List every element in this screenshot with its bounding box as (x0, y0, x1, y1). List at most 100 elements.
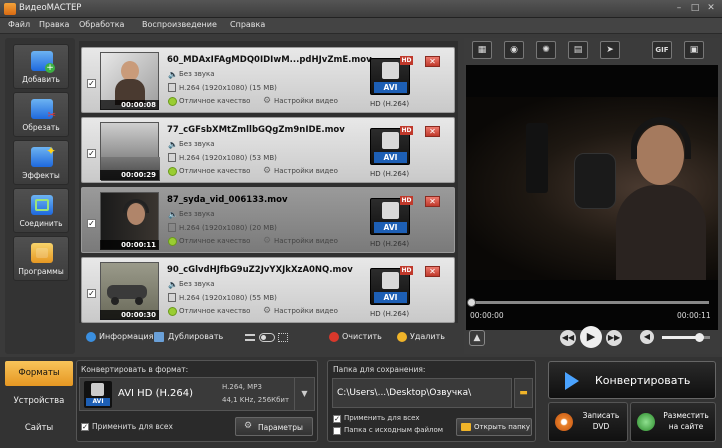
speaker-muted-icon: 🔈 (168, 70, 178, 79)
time-total: 00:00:11 (677, 311, 711, 320)
info-button[interactable]: Информация (99, 332, 153, 341)
file-duration: 00:00:29 (100, 170, 159, 180)
film-cut-icon: ✂ (31, 99, 56, 121)
seek-handle[interactable] (467, 298, 476, 307)
next-frame-icon[interactable]: ▶▶ (606, 330, 622, 346)
sidebar-item-join[interactable]: Соединить (13, 188, 69, 233)
previous-frame-icon[interactable]: ◀◀ (560, 330, 576, 346)
subtitles-icon[interactable]: ▤ (568, 41, 588, 59)
file-row[interactable]: ✓ 00:00:08 60_MDAxIFAgMDQ0IDIwM...pdHJvZ… (81, 47, 455, 113)
sidebar-item-label: Добавить (22, 75, 60, 84)
file-row[interactable]: ✓ 00:00:11 87_syda_vid_006133.mov 🔈 Без … (81, 187, 455, 253)
video-player: ▦ ◉ ✺ ▤ ➤ GIF ▣ (464, 38, 720, 354)
file-duration: 00:00:11 (100, 240, 159, 250)
sidebar-item-label: Обрезать (22, 123, 60, 132)
gear-icon: ⚙ (263, 306, 272, 316)
file-quality[interactable]: Отличное качество (179, 167, 250, 175)
burn-dvd-button[interactable]: Записать DVD (548, 402, 628, 442)
seek-bar[interactable] (467, 298, 709, 307)
open-folder-button[interactable]: Открыть папку (456, 418, 532, 436)
quality-icon (168, 307, 177, 316)
toggle-switch[interactable] (259, 333, 275, 342)
file-name: 87_syda_vid_006133.mov (167, 195, 288, 205)
remove-file-button[interactable]: ✕ (425, 196, 440, 207)
crop-icon[interactable]: ▦ (472, 41, 492, 59)
menu-edit[interactable]: Правка (39, 20, 69, 29)
folder-icon[interactable]: ▬ (514, 378, 533, 408)
file-quality[interactable]: Отличное качество (179, 97, 250, 105)
brightness-icon[interactable]: ✺ (536, 41, 556, 59)
duplicate-button[interactable]: Дублировать (168, 332, 223, 341)
file-checkbox[interactable]: ✓ (87, 219, 96, 228)
open-folder-icon (461, 423, 471, 431)
screenshot-icon[interactable]: ▣ (684, 41, 704, 59)
remove-file-button[interactable]: ✕ (425, 56, 440, 67)
format-details-audio: 44,1 KHz, 256Кбит (222, 396, 290, 404)
list-view-icon[interactable] (245, 334, 255, 341)
title-bar: ВидеоМАСТЕР – □ ✕ (0, 0, 722, 18)
rotate-icon[interactable]: ◉ (504, 41, 524, 59)
app-logo-icon (4, 3, 16, 15)
volume-slider[interactable] (662, 333, 710, 342)
play-icon[interactable]: ▶ (580, 326, 602, 348)
source-folder-checkbox[interactable] (333, 427, 341, 435)
dvd-icon (555, 413, 573, 431)
source-folder-label: Папка с исходным файлом (344, 426, 444, 434)
file-quality[interactable]: Отличное качество (179, 307, 250, 315)
file-settings-link[interactable]: Настройки видео (274, 97, 338, 105)
tab-devices[interactable]: Устройства (5, 389, 73, 414)
sidebar-item-trim[interactable]: ✂ Обрезать (13, 92, 69, 137)
convert-button[interactable]: Конвертировать (548, 361, 716, 399)
speaker-muted-icon: 🔈 (168, 210, 178, 219)
format-badge-label: AVI (374, 292, 407, 303)
delete-button[interactable]: Удалить (410, 332, 445, 341)
format-panel: Конвертировать в формат: AVI AVI HD (H.2… (76, 360, 318, 442)
file-row[interactable]: ✓ 00:00:29 77_cGFsbXMtZmllbGQgZm9nIDE.mo… (81, 117, 455, 183)
remove-file-button[interactable]: ✕ (425, 126, 440, 137)
maximize-button[interactable]: □ (688, 2, 702, 15)
menu-help[interactable]: Справка (230, 20, 265, 29)
snapshot-icon[interactable]: ▲ (469, 330, 485, 346)
sidebar-item-add[interactable]: + Добавить (13, 44, 69, 89)
grid-view-icon[interactable] (278, 333, 288, 342)
sidebar-item-programs[interactable]: Программы (13, 236, 69, 281)
clear-button[interactable]: Очистить (342, 332, 382, 341)
format-select[interactable]: AVI AVI HD (H.264) H.264, MP3 44,1 KHz, … (79, 377, 315, 411)
effects-star-icon: ✦ (31, 144, 56, 167)
volume-handle[interactable] (695, 333, 704, 342)
volume-icon[interactable]: ◀ (640, 330, 654, 344)
sidebar-item-effects[interactable]: ✦ Эффекты (13, 140, 69, 185)
file-row[interactable]: ✓ 00:00:30 90_cGlvdHJfbG9uZ2JvYXJkXzA0NQ… (81, 257, 455, 323)
speed-icon[interactable]: ➤ (600, 41, 620, 59)
file-video-info: H.264 (1920x1080) (15 MB) (179, 84, 277, 92)
gear-icon: ⚙ (244, 421, 253, 431)
close-button[interactable]: ✕ (704, 2, 718, 15)
menu-processing[interactable]: Обработка (79, 20, 124, 29)
file-checkbox[interactable]: ✓ (87, 289, 96, 298)
menu-playback[interactable]: Воспроизведение (142, 20, 217, 29)
film-add-icon: + (31, 51, 55, 73)
params-button[interactable]: ⚙ Параметры (235, 417, 313, 436)
save-path-field[interactable]: C:\Users\...\Desktop\Озвучка\ (332, 378, 512, 408)
file-settings-link[interactable]: Настройки видео (274, 307, 338, 315)
menu-file[interactable]: Файл (8, 20, 30, 29)
apply-all-format-checkbox[interactable]: ✓ (81, 423, 89, 431)
apply-all-save-checkbox[interactable]: ✓ (333, 415, 341, 423)
gif-icon[interactable]: GIF (652, 41, 672, 59)
publish-button[interactable]: Разместить на сайте (630, 402, 716, 442)
tab-formats[interactable]: Форматы (5, 361, 73, 386)
file-settings-link[interactable]: Настройки видео (274, 167, 338, 175)
minimize-button[interactable]: – (672, 2, 686, 15)
file-checkbox[interactable]: ✓ (87, 149, 96, 158)
file-duration: 00:00:08 (100, 100, 159, 110)
view-toggle[interactable] (245, 333, 289, 342)
file-checkbox[interactable]: ✓ (87, 79, 96, 88)
hd-badge: HD (400, 56, 413, 65)
file-settings-link[interactable]: Настройки видео (274, 237, 338, 245)
file-quality[interactable]: Отличное качество (179, 237, 250, 245)
list-toolbar: Информация Дублировать Очистить Удалить (79, 326, 458, 348)
chevron-down-icon[interactable]: ▼ (294, 378, 314, 410)
remove-file-button[interactable]: ✕ (425, 266, 440, 277)
tab-sites[interactable]: Сайты (5, 416, 73, 441)
apply-all-save-label: Применить для всех (344, 414, 420, 422)
